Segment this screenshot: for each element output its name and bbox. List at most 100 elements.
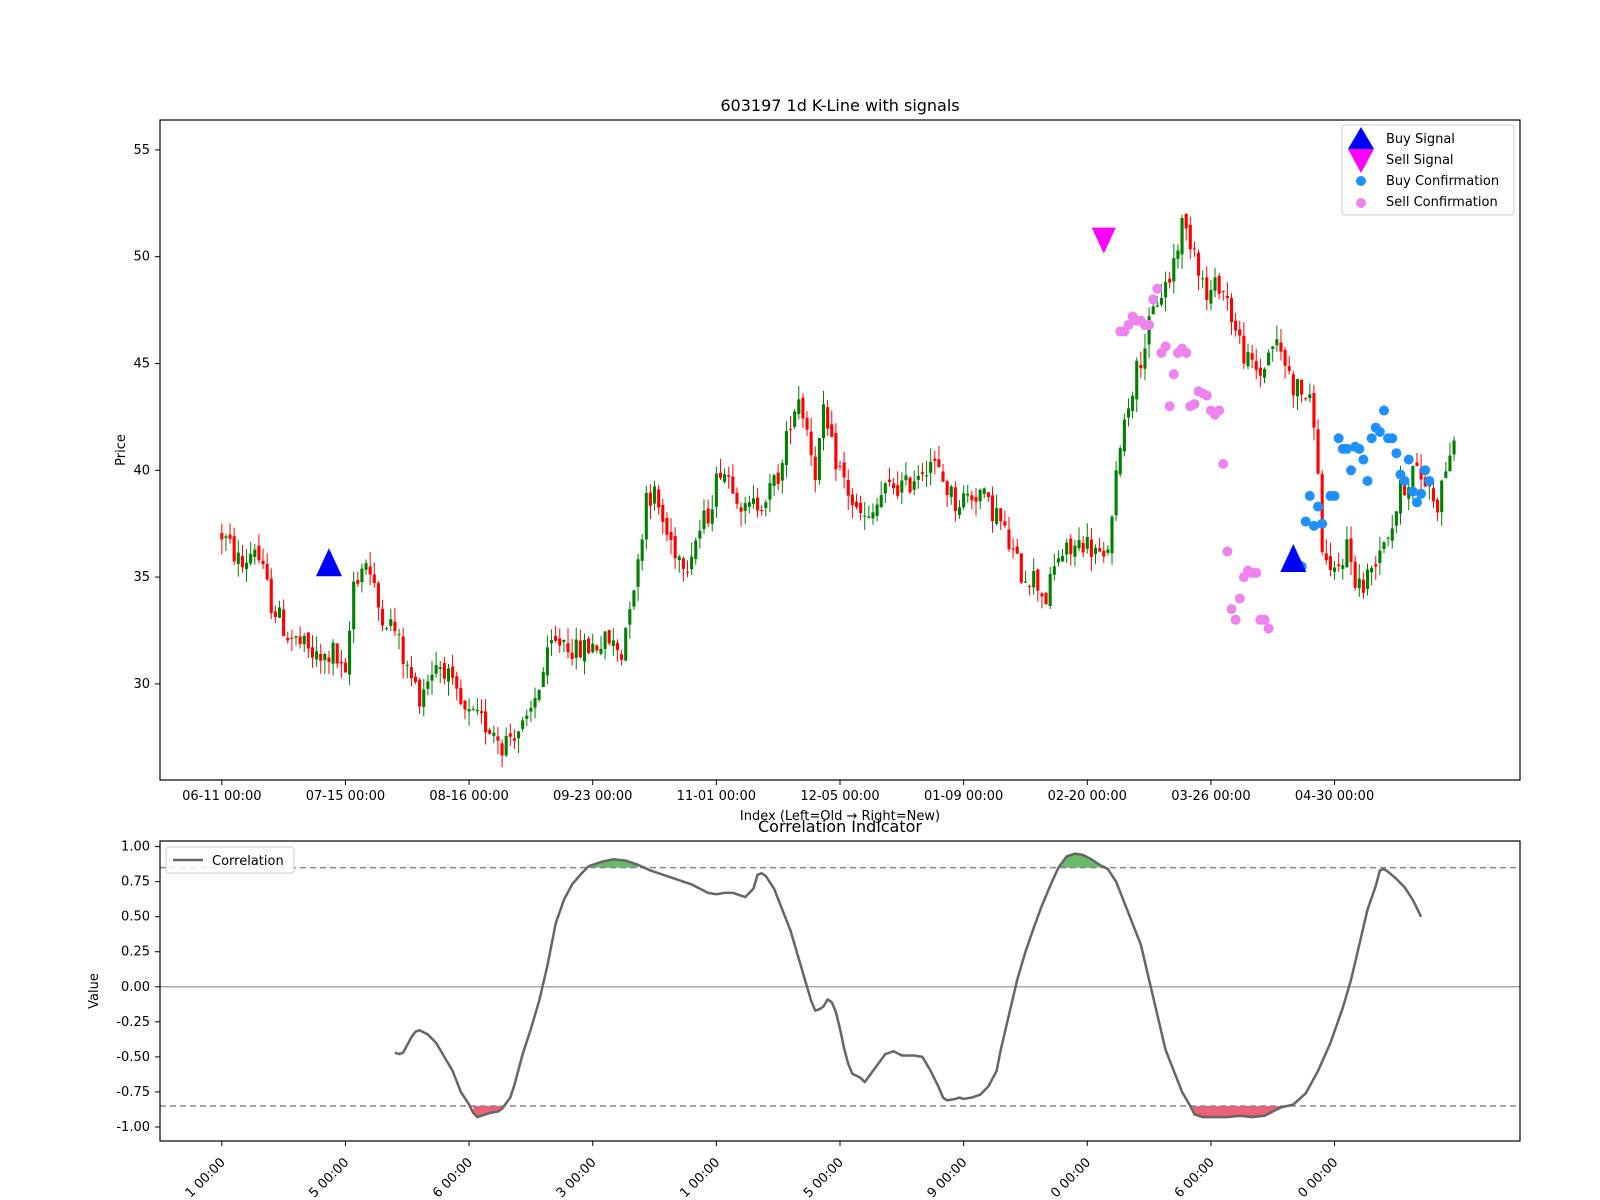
candle-body (269, 578, 273, 614)
sell-confirmation-point (1168, 369, 1179, 380)
buy-confirmation-point (1317, 518, 1328, 529)
candle-body (1225, 295, 1229, 298)
candle-body (846, 480, 850, 496)
candle-body (578, 640, 582, 658)
candle-body (1180, 217, 1184, 255)
candle-body (352, 581, 356, 630)
candle-body (245, 562, 249, 570)
candle-body (570, 652, 574, 659)
candle-body (1320, 473, 1324, 553)
candle-body (422, 689, 426, 707)
candle-body (896, 485, 900, 496)
candle-body (562, 639, 566, 643)
y-tick-label: -1.00 (116, 1120, 150, 1135)
candle-body (1151, 306, 1155, 315)
candle-body (986, 492, 990, 497)
candle-body (409, 666, 413, 679)
y-tick-label: -0.50 (116, 1050, 150, 1065)
candle-body (640, 539, 644, 561)
legend-correlation-label: Correlation (212, 854, 284, 869)
candle-body (883, 483, 887, 494)
candle-body (1176, 250, 1180, 259)
legend-buy-signal-label: Buy Signal (1386, 132, 1455, 147)
candle-body (1110, 516, 1114, 554)
buy-confirmation-point (1420, 465, 1431, 476)
candle-body (731, 476, 735, 494)
candle-body (1118, 448, 1122, 475)
candle-body (368, 566, 372, 575)
sell-confirmation-point (1152, 283, 1163, 294)
sell-confirmation-point (1160, 341, 1171, 352)
candle-body (249, 553, 253, 564)
sell-confirmation-point (1218, 458, 1229, 469)
kline-title: 603197 1d K-Line with signals (720, 96, 959, 115)
candle-body (1328, 556, 1332, 570)
candle-body (294, 636, 298, 638)
candle-body (558, 638, 562, 646)
sell-confirmation-point (1164, 401, 1175, 412)
candle-body (854, 501, 859, 507)
x-tick-label: 09-23 00:00 (553, 789, 632, 804)
candle-body (867, 516, 871, 518)
legend-sell-signal-label: Sell Signal (1386, 153, 1454, 168)
candle-body (797, 399, 801, 415)
candle-body (1279, 342, 1283, 352)
candle-body (953, 487, 957, 511)
candle-body (933, 458, 937, 461)
candle-body (1028, 585, 1032, 587)
buy-confirmation-point (1424, 475, 1435, 486)
buy-confirmation-point (1304, 490, 1315, 501)
candle-body (430, 674, 434, 681)
sell-confirmation-point (1181, 347, 1192, 358)
x-tick-label: 12-05 00:00 (800, 789, 879, 804)
candle-body (1374, 564, 1378, 567)
candle-body (1139, 364, 1143, 369)
candle-body (1411, 465, 1415, 491)
sell-confirmation-point (1201, 390, 1212, 401)
kline-legend: Buy Signal Sell Signal Buy Confirmation … (1341, 124, 1515, 216)
sell-confirmation-point (1214, 405, 1225, 416)
y-tick-label: -0.75 (116, 1085, 150, 1100)
candle-body (784, 431, 788, 465)
candle-body (434, 665, 438, 674)
candle-body (1349, 538, 1353, 563)
candle-body (1312, 392, 1316, 428)
candle-body (459, 687, 463, 705)
candle-body (776, 472, 780, 484)
candle-body (1143, 348, 1147, 369)
candle-body (1267, 352, 1271, 366)
buy-confirmation-point (1366, 433, 1377, 444)
candle-body (331, 642, 335, 664)
candle-body (1192, 248, 1196, 250)
candle-body (310, 647, 315, 658)
sell-confirmation-point (1259, 614, 1270, 625)
buy-confirmation-point (1411, 497, 1422, 508)
candle-body (595, 645, 599, 651)
sell-confirmation-point (1226, 604, 1237, 615)
y-tick-label: 0.00 (121, 980, 150, 995)
candle-body (521, 720, 525, 729)
candle-body (1065, 542, 1069, 555)
candle-body (1345, 539, 1349, 568)
buy-confirmation-point (1416, 488, 1427, 499)
sell-confirmation-point (1251, 567, 1262, 578)
candle-body (1262, 368, 1267, 378)
candle-body (681, 558, 685, 569)
candle-body (620, 654, 624, 660)
candle-body (1370, 567, 1374, 573)
candle-body (492, 732, 496, 736)
candle-body (1015, 546, 1019, 554)
candle-body (937, 459, 941, 468)
candle-body (446, 668, 451, 682)
candle-body (1258, 367, 1262, 376)
candle-body (995, 508, 999, 524)
sell-confirmation-point (1144, 320, 1155, 331)
candle-body (1077, 540, 1081, 549)
candle-body (1448, 455, 1452, 472)
candle-body (879, 495, 883, 508)
candle-body (508, 733, 512, 737)
candle-body (1444, 471, 1448, 479)
candle-body (694, 540, 698, 560)
candle-body (743, 503, 747, 511)
candle-body (517, 731, 521, 739)
